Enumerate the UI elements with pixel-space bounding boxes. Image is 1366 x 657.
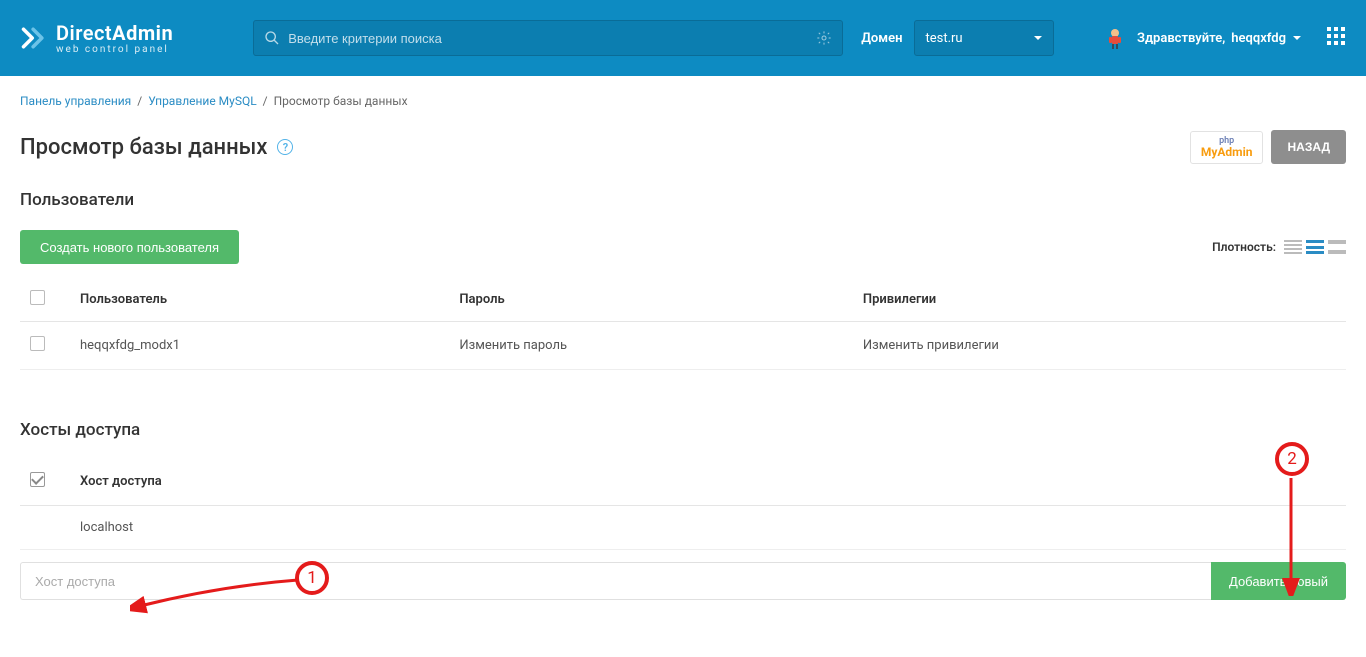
apps-grid-icon[interactable] xyxy=(1326,26,1346,50)
select-all-checkbox[interactable] xyxy=(30,290,45,305)
density-large[interactable] xyxy=(1328,239,1346,255)
domain-label: Домен xyxy=(861,31,902,46)
back-button[interactable]: НАЗАД xyxy=(1271,130,1346,164)
logo-text: DirectAdmin web control panel xyxy=(56,22,173,55)
col-privileges: Привилегии xyxy=(853,278,1346,322)
hosts-section-title: Хосты доступа xyxy=(20,420,1346,440)
col-user: Пользователь xyxy=(70,278,449,322)
table-row: heqqxfdg_modx1 Изменить пароль Изменить … xyxy=(20,322,1346,370)
search-input[interactable] xyxy=(288,31,816,46)
breadcrumb-link-mysql[interactable]: Управление MySQL xyxy=(148,94,257,108)
col-host: Хост доступа xyxy=(70,460,1346,506)
search-icon xyxy=(264,30,280,46)
domain-select[interactable]: test.ru xyxy=(914,20,1054,56)
top-header: DirectAdmin web control panel Домен test… xyxy=(0,0,1366,76)
col-password: Пароль xyxy=(449,278,853,322)
main-content: Панель управления / Управление MySQL / П… xyxy=(0,76,1366,618)
chevron-down-icon xyxy=(1033,33,1043,43)
title-row: Просмотр базы данных ? php MyAdmin НАЗАД xyxy=(20,130,1346,164)
hosts-table: Хост доступа localhost xyxy=(20,460,1346,550)
host-input[interactable] xyxy=(20,562,1211,600)
table-row: localhost xyxy=(20,506,1346,550)
greeting-prefix: Здравствуйте, xyxy=(1137,31,1225,46)
cell-host: localhost xyxy=(70,506,1346,550)
breadcrumb-link-dashboard[interactable]: Панель управления xyxy=(20,94,131,108)
users-section-title: Пользователи xyxy=(20,190,1346,210)
cell-user: heqqxfdg_modx1 xyxy=(70,322,449,370)
create-user-button[interactable]: Создать нового пользователя xyxy=(20,230,239,264)
user-menu[interactable]: Здравствуйте, heqqxfdg xyxy=(1137,31,1302,46)
breadcrumb-current: Просмотр базы данных xyxy=(274,94,408,108)
add-host-button[interactable]: Добавить новый xyxy=(1211,562,1346,600)
row-checkbox[interactable] xyxy=(30,336,45,351)
gear-icon[interactable] xyxy=(816,30,832,46)
phpmyadmin-button[interactable]: php MyAdmin xyxy=(1190,131,1264,164)
domain-selector-area: Домен test.ru xyxy=(861,20,1054,56)
help-icon[interactable]: ? xyxy=(277,139,293,155)
density-label: Плотность: xyxy=(1212,240,1276,254)
add-host-row: Добавить новый xyxy=(20,562,1346,600)
search-container xyxy=(253,20,843,56)
page-title: Просмотр базы данных ? xyxy=(20,135,293,160)
hosts-section: Хосты доступа Хост доступа localhost Доб… xyxy=(20,420,1346,600)
users-action-row: Создать нового пользователя Плотность: xyxy=(20,230,1346,264)
users-table: Пользователь Пароль Привилегии heqqxfdg_… xyxy=(20,278,1346,370)
breadcrumb: Панель управления / Управление MySQL / П… xyxy=(20,94,1346,108)
logo[interactable]: DirectAdmin web control panel xyxy=(20,22,173,55)
chevron-down-icon xyxy=(1292,33,1302,43)
density-medium[interactable] xyxy=(1306,239,1324,255)
logo-icon xyxy=(20,24,48,52)
change-password-link[interactable]: Изменить пароль xyxy=(459,338,567,353)
domain-value: test.ru xyxy=(925,31,962,46)
title-actions: php MyAdmin НАЗАД xyxy=(1190,130,1346,164)
density-compact[interactable] xyxy=(1284,239,1302,255)
density-control: Плотность: xyxy=(1212,239,1346,255)
search-box[interactable] xyxy=(253,20,843,56)
greeting-user: heqqxfdg xyxy=(1231,31,1286,46)
avatar-icon xyxy=(1103,26,1127,50)
change-privileges-link[interactable]: Изменить привилегии xyxy=(863,338,999,353)
user-area: Здравствуйте, heqqxfdg xyxy=(1103,26,1346,50)
select-all-hosts-checkbox[interactable] xyxy=(30,472,45,487)
